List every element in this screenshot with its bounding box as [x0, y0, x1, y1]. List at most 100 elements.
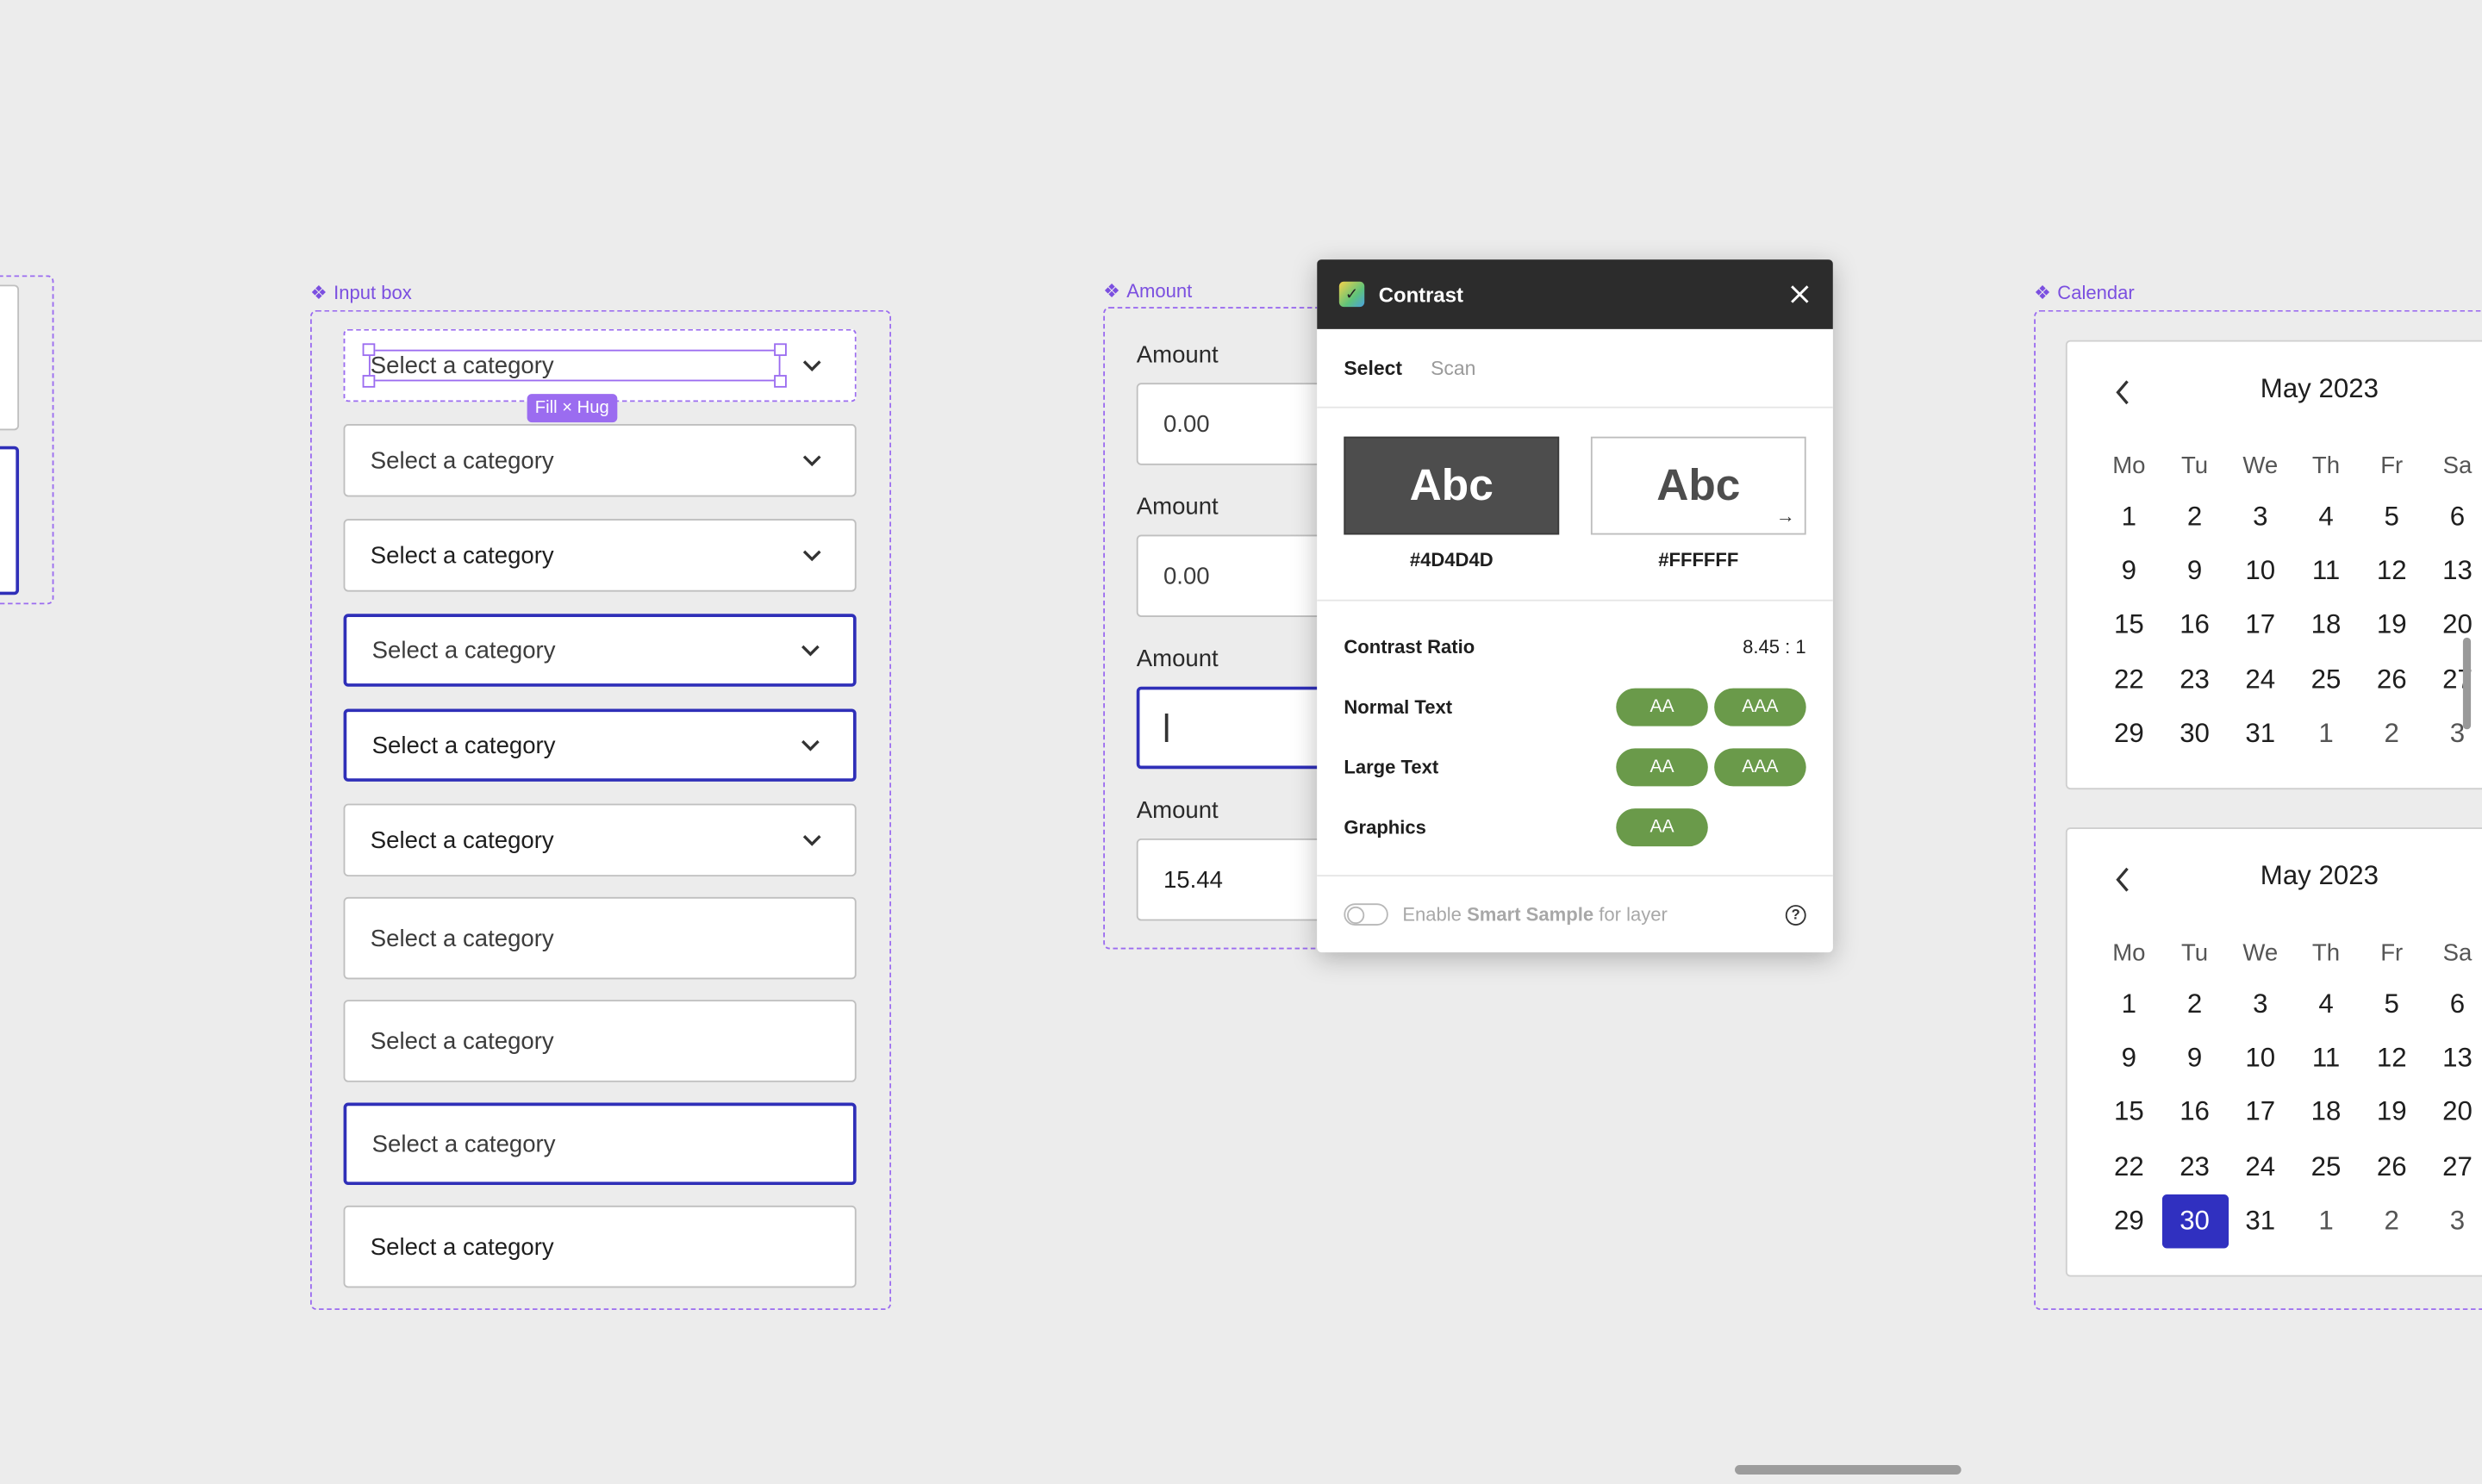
calendar-day[interactable]: 3 — [2424, 1194, 2482, 1248]
pass-badge-aa: AA — [1616, 688, 1708, 726]
resize-handle[interactable] — [362, 375, 376, 388]
calendar-day[interactable]: 25 — [2292, 1140, 2359, 1194]
select-placeholder: Select a category — [371, 1130, 556, 1157]
calendar-day[interactable]: 17 — [2227, 599, 2293, 652]
calendar-day[interactable]: 12 — [2359, 545, 2425, 598]
calendar-day[interactable]: 12 — [2359, 1032, 2425, 1085]
resize-handle[interactable] — [774, 343, 787, 357]
chevron-left-icon[interactable] — [2108, 861, 2136, 899]
calendar-day[interactable]: 31 — [2227, 1194, 2293, 1248]
select-box-8[interactable]: Select a category — [343, 1000, 857, 1082]
weekday-label: We — [2242, 452, 2279, 479]
calendar-day[interactable]: 16 — [2161, 1086, 2228, 1139]
weekday-label: Sa — [2442, 938, 2473, 966]
calendar-day[interactable]: 11 — [2292, 545, 2359, 598]
resize-handle[interactable] — [774, 375, 787, 388]
calendar-day[interactable]: 9 — [2161, 545, 2228, 598]
calendar-day[interactable]: 5 — [2359, 978, 2425, 1032]
calendar-day[interactable]: 20 — [2424, 599, 2482, 652]
calendar-day[interactable]: 5 — [2359, 490, 2425, 544]
chevron-down-icon — [802, 835, 821, 846]
calendar-day[interactable]: 26 — [2359, 1140, 2425, 1194]
select-box-9[interactable]: Select a category — [343, 1102, 857, 1186]
calendar-day[interactable]: 10 — [2227, 545, 2293, 598]
close-icon[interactable] — [1788, 284, 1811, 306]
calendar-day[interactable]: 3 — [2227, 978, 2293, 1032]
select-box-7[interactable]: Select a category — [343, 896, 857, 980]
calendar-day[interactable]: 22 — [2096, 652, 2162, 706]
calendar-day[interactable]: 24 — [2227, 652, 2293, 706]
text-caret — [1164, 713, 1168, 742]
selection-outline — [368, 349, 781, 382]
calendar-day[interactable]: 15 — [2096, 1086, 2162, 1139]
background-swatch[interactable]: Abc → — [1590, 436, 1806, 535]
calendar-day[interactable]: 16 — [2161, 599, 2228, 652]
select-box-3[interactable]: Select a category — [343, 519, 857, 592]
calendar-day[interactable]: 11 — [2292, 1032, 2359, 1085]
calendar-day[interactable]: 25 — [2292, 652, 2359, 706]
horizontal-scrollbar[interactable] — [1735, 1464, 1961, 1475]
help-icon[interactable]: ? — [1785, 904, 1806, 926]
fill-hug-badge[interactable]: Fill × Hug — [527, 394, 617, 423]
calendar-day[interactable]: 4 — [2292, 490, 2359, 544]
calendar-day[interactable]: 17 — [2227, 1086, 2293, 1139]
calendar-day[interactable]: 2 — [2359, 707, 2425, 760]
tab-scan[interactable]: Scan — [1431, 357, 1475, 379]
select-box-2[interactable]: Select a category — [343, 423, 857, 497]
input-box-frame-label[interactable]: ❖ Input box — [310, 282, 412, 304]
calendar-day[interactable]: 23 — [2161, 1140, 2228, 1194]
calendar-day[interactable]: 19 — [2359, 599, 2425, 652]
calendar-day[interactable]: 29 — [2096, 1194, 2162, 1248]
calendar-day[interactable]: 30 — [2161, 707, 2228, 760]
calendar-day[interactable]: 26 — [2359, 652, 2425, 706]
calendar-day[interactable]: 22 — [2096, 1140, 2162, 1194]
amount-frame-label[interactable]: ❖ Amount — [1103, 280, 1192, 302]
select-box-10[interactable]: Select a category — [343, 1205, 857, 1288]
calendar-day[interactable]: 29 — [2096, 707, 2162, 760]
calendar-day[interactable]: 3 — [2227, 490, 2293, 544]
resize-handle[interactable] — [362, 343, 376, 357]
calendar-day[interactable]: 6 — [2424, 978, 2482, 1032]
calendar-day[interactable]: 20 — [2424, 1086, 2482, 1139]
calendar-day[interactable]: 27 — [2424, 652, 2482, 706]
calendar-day[interactable]: 27 — [2424, 1140, 2482, 1194]
calendar-day[interactable]: 24 — [2227, 1140, 2293, 1194]
calendar-day[interactable]: 10 — [2227, 1032, 2293, 1085]
calendar-day[interactable]: 31 — [2227, 707, 2293, 760]
calendar-day[interactable]: 1 — [2292, 707, 2359, 760]
calendar-day[interactable]: 15 — [2096, 599, 2162, 652]
amount-label: Amount — [1136, 341, 1219, 369]
calendar-day[interactable]: 9 — [2096, 1032, 2162, 1085]
chevron-left-icon[interactable] — [2108, 373, 2136, 411]
calendar-day[interactable]: 9 — [2161, 1032, 2228, 1085]
calendar-day[interactable]: 6 — [2424, 490, 2482, 544]
calendar-day[interactable]: 1 — [2096, 490, 2162, 544]
calendar-day[interactable]: 18 — [2292, 1086, 2359, 1139]
calendar-day[interactable]: 3 — [2424, 707, 2482, 760]
calendar-day[interactable]: 1 — [2096, 978, 2162, 1032]
calendar-day[interactable]: 2 — [2161, 978, 2228, 1032]
amount-label: Amount — [1136, 493, 1219, 521]
foreground-swatch[interactable]: Abc — [1344, 436, 1560, 535]
select-box-5[interactable]: Select a category — [343, 708, 857, 782]
panel-footer: Enable Smart Sample for layer ? — [1317, 876, 1833, 952]
arrow-right-icon[interactable]: → — [1776, 505, 1795, 527]
smart-sample-toggle[interactable] — [1344, 903, 1388, 926]
calendar-day[interactable]: 19 — [2359, 1086, 2425, 1139]
weekday-label: Fr — [2380, 938, 2404, 966]
calendar-day[interactable]: 13 — [2424, 545, 2482, 598]
select-box-4[interactable]: Select a category — [343, 614, 857, 687]
tab-select[interactable]: Select — [1344, 357, 1402, 379]
calendar-day[interactable]: 9 — [2096, 545, 2162, 598]
vertical-scrollbar[interactable] — [2462, 637, 2472, 730]
calendar-day[interactable]: 1 — [2292, 1194, 2359, 1248]
calendar-day[interactable]: 2 — [2359, 1194, 2425, 1248]
calendar-day[interactable]: 18 — [2292, 599, 2359, 652]
calendar-day[interactable]: 2 — [2161, 490, 2228, 544]
calendar-day[interactable]: 4 — [2292, 978, 2359, 1032]
calendar-frame-label[interactable]: ❖ Calendar — [2034, 282, 2135, 304]
calendar-day-selected[interactable]: 30 — [2161, 1194, 2229, 1249]
select-box-6[interactable]: Select a category — [343, 803, 857, 877]
calendar-day[interactable]: 13 — [2424, 1032, 2482, 1085]
calendar-day[interactable]: 23 — [2161, 652, 2228, 706]
